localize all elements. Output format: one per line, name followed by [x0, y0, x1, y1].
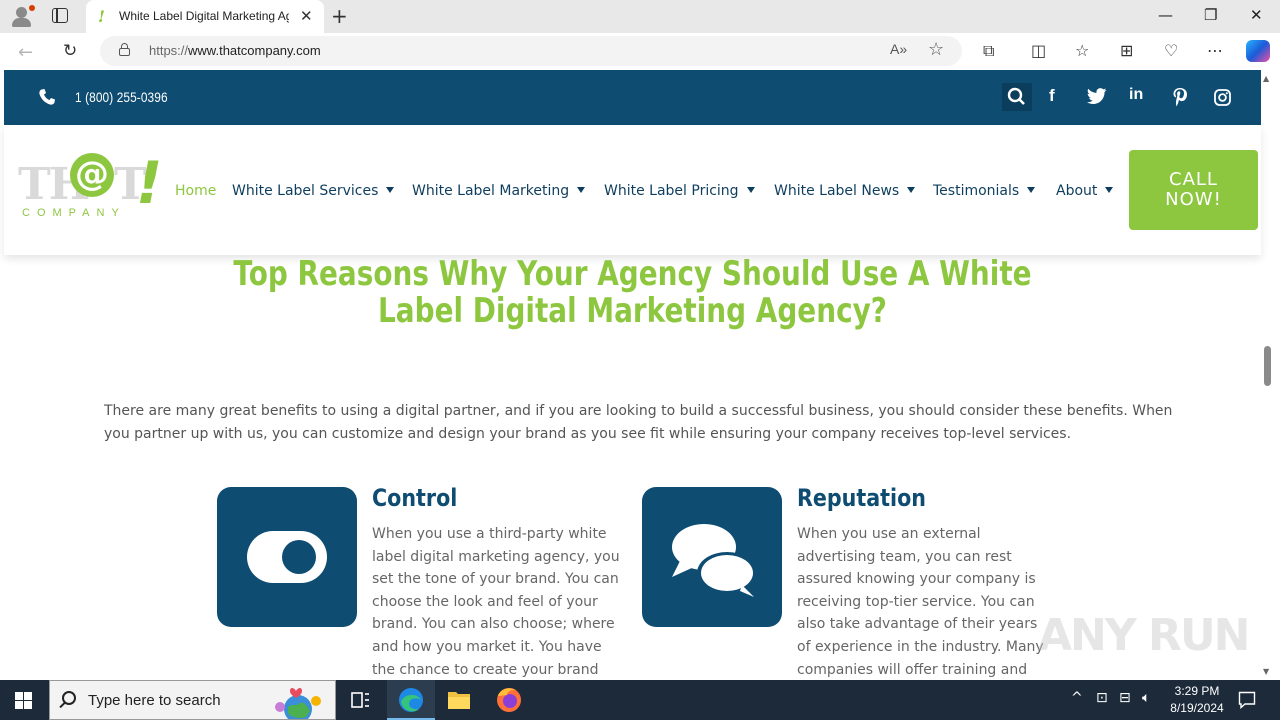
collections-icon[interactable]: ⊞: [1120, 41, 1133, 60]
instagram-icon[interactable]: [1214, 89, 1231, 106]
task-view-icon: [351, 692, 369, 708]
site-logo[interactable]: TH @ T ! COMPANY: [18, 149, 162, 225]
taskbar-search-input[interactable]: Type here to search: [49, 680, 336, 720]
tab-actions-icon[interactable]: [52, 8, 68, 23]
notifications-icon[interactable]: [1238, 691, 1256, 709]
scroll-down-icon[interactable]: ▼: [1263, 667, 1269, 676]
watermark-logo: ANY RUN: [1038, 610, 1250, 661]
edge-icon: [399, 688, 423, 712]
show-hidden-icons-icon[interactable]: ^: [1071, 690, 1083, 706]
search-icon: [62, 691, 76, 705]
chevron-down-icon: [907, 187, 916, 193]
page-title: Top Reasons Why Your Agency Should Use A…: [233, 254, 1032, 331]
facebook-icon[interactable]: f: [1049, 86, 1055, 106]
minimize-icon[interactable]: —: [1158, 6, 1173, 24]
folder-icon: [448, 692, 470, 709]
nav-item-about[interactable]: About: [1056, 183, 1114, 199]
close-tab-icon[interactable]: ✕: [300, 7, 313, 25]
scrollbar-thumb[interactable]: [1264, 346, 1271, 386]
windows-start-icon[interactable]: [15, 692, 32, 709]
feature-title: Reputation: [797, 484, 926, 512]
taskbar-app-firefox[interactable]: [485, 680, 533, 720]
new-tab-icon[interactable]: +: [331, 4, 348, 28]
lock-icon[interactable]: [119, 43, 130, 56]
browser-tab-active[interactable]: ! White Label Digital Marketing Ag ✕: [86, 0, 324, 33]
system-clock[interactable]: 3:29 PM 8/19/2024: [1164, 683, 1230, 717]
chevron-down-icon: [746, 187, 755, 193]
feature-control-tile: [217, 487, 357, 627]
browser-tab-strip: ! White Label Digital Marketing Ag ✕ + —…: [0, 0, 1280, 33]
meet-now-icon[interactable]: ⊡: [1096, 690, 1108, 706]
firefox-icon: [497, 688, 521, 712]
feature-title: Control: [372, 484, 458, 512]
more-menu-icon[interactable]: ⋯: [1207, 41, 1223, 60]
site-favicon-icon: !: [98, 7, 106, 26]
nav-item-white-label-pricing[interactable]: White Label Pricing: [604, 183, 755, 199]
site-search-button[interactable]: [1002, 83, 1032, 111]
task-view-button[interactable]: [336, 680, 384, 720]
volume-icon[interactable]: 🔈︎: [1142, 690, 1150, 706]
url-text[interactable]: https://www.thatcompany.com: [149, 43, 321, 58]
network-icon[interactable]: ⊟: [1119, 690, 1131, 706]
search-highlight-icon: [275, 688, 321, 719]
page-viewport: 1 (800) 255-0396 f in TH @ T ! COMPANY H…: [0, 70, 1280, 680]
close-window-icon[interactable]: ✕: [1250, 6, 1263, 24]
pinterest-icon[interactable]: [1172, 87, 1188, 107]
intro-paragraph: There are many great benefits to using a…: [104, 403, 1173, 442]
nav-item-white-label-marketing[interactable]: White Label Marketing: [412, 183, 586, 199]
linkedin-icon[interactable]: in: [1129, 86, 1143, 104]
read-aloud-icon[interactable]: A»: [890, 41, 907, 57]
site-header: TH @ T ! COMPANY Home White Label Servic…: [4, 125, 1261, 255]
nav-item-home[interactable]: Home: [175, 183, 216, 199]
restore-icon[interactable]: ❐: [1204, 6, 1217, 24]
chevron-down-icon: [1105, 187, 1114, 193]
call-now-button[interactable]: CALL NOW!: [1129, 150, 1258, 230]
phone-number[interactable]: 1 (800) 255-0396: [75, 89, 168, 105]
back-icon[interactable]: ←: [18, 42, 33, 63]
toggle-icon: [247, 531, 327, 583]
profile-icon[interactable]: [10, 5, 35, 27]
nav-item-white-label-news[interactable]: White Label News: [774, 183, 916, 199]
chat-bubbles-icon: [672, 524, 757, 597]
address-bar[interactable]: https://www.thatcompany.com A» ☆: [100, 36, 962, 66]
taskbar-app-file-explorer[interactable]: [435, 680, 483, 720]
scroll-up-icon[interactable]: ▲: [1263, 74, 1269, 83]
phone-icon: [39, 89, 55, 105]
feature-text: When you use a third-party white label d…: [372, 526, 620, 678]
feature-text: When you use an external advertising tea…: [797, 526, 1044, 678]
nav-item-white-label-services[interactable]: White Label Services: [232, 183, 395, 199]
favorite-star-icon[interactable]: ☆: [928, 39, 944, 60]
chevron-down-icon: [1027, 187, 1036, 193]
extensions-icon[interactable]: ⧉: [983, 41, 994, 61]
search-icon: [1007, 87, 1025, 105]
tab-title: White Label Digital Marketing Ag: [119, 9, 289, 23]
nav-item-testimonials[interactable]: Testimonials: [933, 183, 1036, 199]
twitter-icon[interactable]: [1087, 88, 1107, 105]
copilot-icon[interactable]: [1246, 40, 1270, 62]
feature-reputation-tile: [642, 487, 782, 627]
split-screen-icon[interactable]: ◫: [1031, 41, 1046, 60]
reload-icon[interactable]: ↻: [63, 41, 77, 61]
taskbar-app-edge[interactable]: [387, 680, 435, 720]
chevron-down-icon: [386, 187, 395, 193]
windows-taskbar: Type here to search ^ ⊡ ⊟ 🔈︎ 3:29 PM 8/1…: [0, 680, 1280, 720]
page-scrollbar[interactable]: ▲ ▼: [1262, 72, 1272, 678]
top-contact-bar: 1 (800) 255-0396 f in: [4, 70, 1261, 125]
favorites-icon[interactable]: ☆: [1075, 41, 1089, 60]
chevron-down-icon: [577, 187, 586, 193]
browser-essentials-icon[interactable]: ♡: [1164, 41, 1178, 60]
